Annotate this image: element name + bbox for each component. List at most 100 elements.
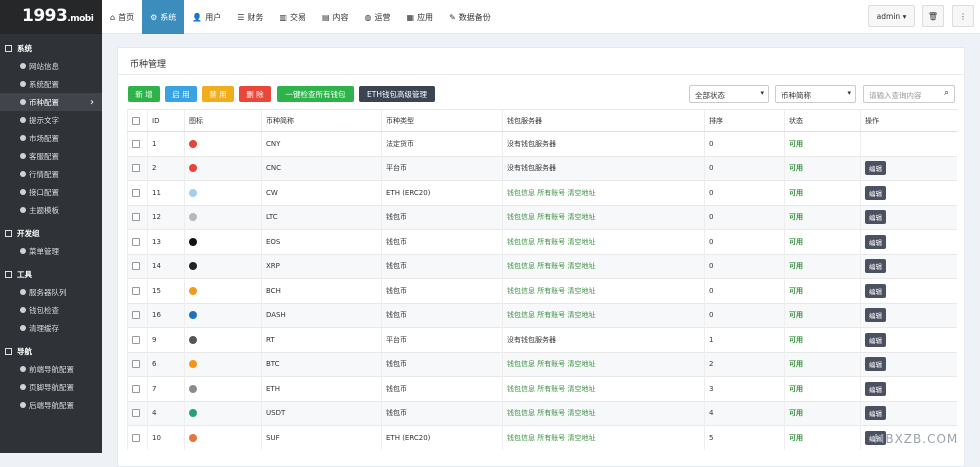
nav-item-doc[interactable]: ▤ 内容 xyxy=(314,0,357,34)
sort-cell: 3 xyxy=(704,376,785,401)
row-checkbox[interactable] xyxy=(132,311,140,320)
user-menu-button[interactable]: admin ▾ xyxy=(868,5,915,27)
wallet-link[interactable]: 钱包信息 xyxy=(507,311,535,319)
sidebar-item[interactable]: 主题模板 xyxy=(0,201,102,219)
wallet-link[interactable]: 所有账号 xyxy=(537,262,565,270)
wallet-link[interactable]: 清空地址 xyxy=(567,262,595,270)
sidebar-item[interactable]: 前端导航配置 xyxy=(0,360,102,378)
wallet-link[interactable]: 清空地址 xyxy=(567,360,595,368)
coin-select[interactable]: 币种简称 ▾ xyxy=(775,85,856,103)
edit-button[interactable]: 编辑 xyxy=(865,259,886,274)
more-button[interactable]: ⋮ xyxy=(952,5,974,27)
wallet-link[interactable]: 钱包信息 xyxy=(507,360,535,368)
sidebar-item[interactable]: 清理缓存 xyxy=(0,319,102,337)
sidebar-item[interactable]: 页脚导航配置 xyxy=(0,378,102,396)
row-checkbox[interactable] xyxy=(132,139,140,148)
toolbar-button[interactable]: 启 用 xyxy=(165,86,197,102)
nav-item-grid[interactable]: ▦ 应用 xyxy=(399,0,442,34)
nav-item-home[interactable]: ⌂ 首页 xyxy=(102,0,142,34)
wallet-link[interactable]: 清空地址 xyxy=(567,385,595,393)
wallet-link[interactable]: 钱包信息 xyxy=(507,287,535,295)
row-checkbox[interactable] xyxy=(132,335,140,344)
sidebar-item[interactable]: 币种配置 xyxy=(0,93,102,111)
edit-button[interactable]: 编辑 xyxy=(865,332,886,347)
row-checkbox[interactable] xyxy=(132,213,140,222)
wallet-link[interactable]: 清空地址 xyxy=(567,189,595,197)
row-checkbox[interactable] xyxy=(132,237,140,246)
edit-button[interactable]: 编辑 xyxy=(865,210,886,225)
row-checkbox[interactable] xyxy=(132,286,140,295)
sidebar-item[interactable]: 钱包检查 xyxy=(0,301,102,319)
logo[interactable]: 1993.mobi xyxy=(0,0,102,34)
status-select[interactable]: 全部状态 ▾ xyxy=(689,85,769,103)
row-checkbox[interactable] xyxy=(132,164,140,173)
sidebar-item[interactable]: 接口配置 xyxy=(0,183,102,201)
search-icon[interactable]: ⌕ xyxy=(944,88,949,98)
sidebar-section[interactable]: 工具 xyxy=(0,265,102,283)
toolbar-button[interactable]: 删 除 xyxy=(239,86,271,102)
sidebar-item[interactable]: 市场配置 xyxy=(0,129,102,147)
wallet-link[interactable]: 所有账号 xyxy=(537,409,565,417)
wallet-link[interactable]: 清空地址 xyxy=(567,287,595,295)
wallet-link[interactable]: 清空地址 xyxy=(567,409,595,417)
wallet-link[interactable]: 清空地址 xyxy=(567,434,595,442)
wallet-link[interactable]: 钱包信息 xyxy=(507,189,535,197)
sidebar-item[interactable]: 网站信息 xyxy=(0,57,102,75)
trash-button[interactable]: 🗑 xyxy=(922,5,944,27)
sidebar-item[interactable]: 行情配置 xyxy=(0,165,102,183)
edit-button[interactable]: 编辑 xyxy=(865,234,886,249)
row-checkbox[interactable] xyxy=(132,434,140,442)
sidebar-section[interactable]: 导航 xyxy=(0,342,102,360)
row-checkbox[interactable] xyxy=(132,409,140,418)
wallet-link[interactable]: 清空地址 xyxy=(567,238,595,246)
sidebar-item[interactable]: 菜单管理 xyxy=(0,242,102,260)
nav-item-list[interactable]: ☰ 财务 xyxy=(229,0,271,34)
nav-item-wrench[interactable]: ✎ 数据备份 xyxy=(441,0,499,34)
nav-item-globe[interactable]: ◍ 运营 xyxy=(357,0,399,34)
sidebar-item[interactable]: 后端导航配置 xyxy=(0,396,102,414)
edit-button[interactable]: 编辑 xyxy=(865,283,886,298)
toolbar-button[interactable]: 禁 用 xyxy=(202,86,234,102)
nav-item-bar-chart[interactable]: ▥ 交易 xyxy=(271,0,314,34)
wallet-link[interactable]: 所有账号 xyxy=(537,238,565,246)
edit-button[interactable]: 编辑 xyxy=(865,406,886,421)
search-input[interactable]: 请输入查询内容 ⌕ xyxy=(863,85,955,103)
row-checkbox[interactable] xyxy=(132,360,140,369)
wallet-link[interactable]: 所有账号 xyxy=(537,287,565,295)
wallet-link[interactable]: 钱包信息 xyxy=(507,262,535,270)
wallet-link[interactable]: 钱包信息 xyxy=(507,409,535,417)
sidebar-item[interactable]: 系统配置 xyxy=(0,75,102,93)
row-checkbox[interactable] xyxy=(132,262,140,271)
nav-item-gear[interactable]: ⚙ 系统 xyxy=(142,0,185,34)
edit-button[interactable]: 编辑 xyxy=(865,381,886,396)
wallet-link[interactable]: 清空地址 xyxy=(567,213,595,221)
id-cell: 12 xyxy=(147,204,185,230)
edit-button[interactable]: 编辑 xyxy=(865,161,886,176)
select-all-checkbox[interactable] xyxy=(132,116,140,125)
toolbar-button[interactable]: ETH钱包高级管理 xyxy=(359,86,435,102)
sidebar-item[interactable]: 客服配置 xyxy=(0,147,102,165)
wallet-link[interactable]: 清空地址 xyxy=(567,311,595,319)
wallet-link[interactable]: 钱包信息 xyxy=(507,385,535,393)
wallet-link[interactable]: 所有账号 xyxy=(537,360,565,368)
toolbar-button[interactable]: 新 增 xyxy=(128,86,160,102)
wallet-link[interactable]: 所有账号 xyxy=(537,189,565,197)
wallet-link[interactable]: 钱包信息 xyxy=(507,434,535,442)
wallet-link[interactable]: 所有账号 xyxy=(537,385,565,393)
row-checkbox[interactable] xyxy=(132,384,140,393)
edit-button[interactable]: 编辑 xyxy=(865,185,886,200)
wallet-link[interactable]: 钱包信息 xyxy=(507,213,535,221)
nav-item-user[interactable]: 👤 用户 xyxy=(184,0,229,34)
edit-button[interactable]: 编辑 xyxy=(865,357,886,372)
row-checkbox[interactable] xyxy=(132,188,140,197)
wallet-link[interactable]: 所有账号 xyxy=(537,311,565,319)
edit-button[interactable]: 编辑 xyxy=(865,308,886,323)
sidebar-item[interactable]: 提示文字 xyxy=(0,111,102,129)
wallet-link[interactable]: 所有账号 xyxy=(537,434,565,442)
sidebar-section[interactable]: 开发组 xyxy=(0,224,102,242)
toolbar-button[interactable]: 一键检查所有钱包 xyxy=(277,86,354,102)
wallet-link[interactable]: 钱包信息 xyxy=(507,238,535,246)
sidebar-section[interactable]: 系统 xyxy=(0,39,102,57)
sidebar-item[interactable]: 服务器队列 xyxy=(0,283,102,301)
wallet-link[interactable]: 所有账号 xyxy=(537,213,565,221)
